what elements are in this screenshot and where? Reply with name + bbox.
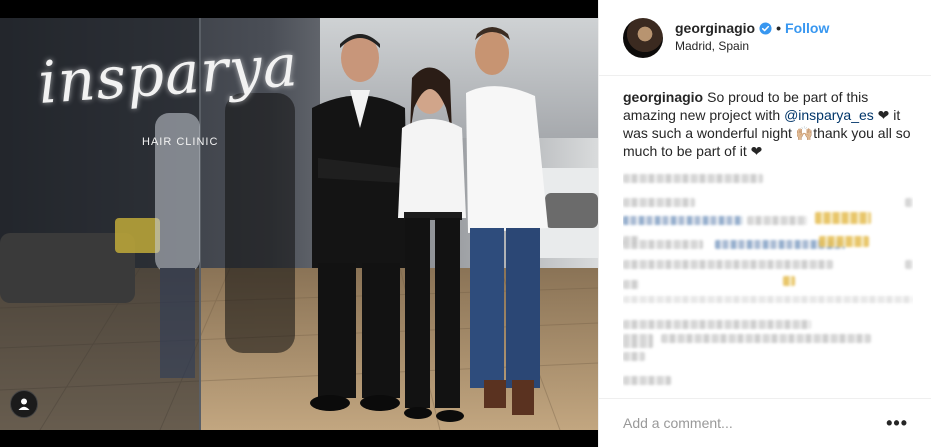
follow-button[interactable]: Follow (785, 20, 829, 37)
username-link[interactable]: georginagio (675, 20, 755, 37)
tagged-users-button[interactable] (10, 390, 38, 418)
post-header: georginagio • Follow Madrid, Spain (599, 0, 931, 76)
comment-input[interactable] (623, 415, 887, 431)
username-row: georginagio • Follow (675, 20, 829, 37)
caption-mention-link[interactable]: @insparya_es (784, 107, 874, 123)
avatar[interactable] (623, 17, 663, 58)
verified-badge-icon (759, 22, 772, 35)
caption-username[interactable]: georginagio (623, 89, 703, 105)
header-text: georginagio • Follow Madrid, Spain (675, 20, 829, 55)
more-options-button[interactable]: ••• (886, 414, 908, 432)
blurred-comment (623, 276, 913, 314)
blurred-comment (623, 318, 913, 332)
location-link[interactable]: Madrid, Spain (675, 38, 829, 55)
comment-footer: ••• (599, 398, 931, 447)
blurred-comment (623, 374, 913, 388)
post-side-panel: georginagio • Follow Madrid, Spain georg… (598, 0, 931, 447)
blurred-comment (623, 172, 913, 186)
header-separator: • (776, 20, 782, 36)
post-photo-panel[interactable]: insparya HAIR CLINIC (0, 0, 598, 447)
comments-list[interactable]: georginagio So proud to be part of this a… (623, 88, 913, 398)
blurred-comment (623, 332, 913, 361)
user-icon (18, 398, 30, 410)
post-caption: georginagio So proud to be part of this a… (623, 88, 913, 160)
blurred-comment (623, 236, 913, 269)
clinic-sign-subtext: HAIR CLINIC (142, 136, 219, 148)
post-photo: insparya HAIR CLINIC (0, 18, 598, 430)
